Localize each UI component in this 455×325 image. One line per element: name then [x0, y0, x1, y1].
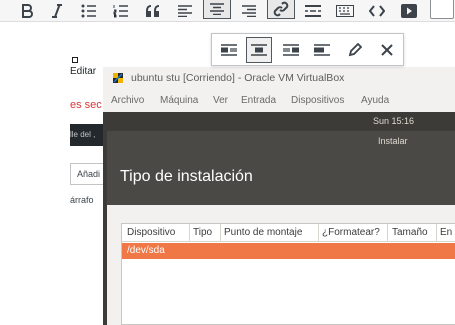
menu-ayuda[interactable]: Ayuda — [361, 95, 389, 106]
embedded-post-column: Editar es sec lle del , Añadi árrafo — [70, 60, 107, 325]
align-image-left-icon[interactable] — [216, 37, 242, 63]
blockquote-icon[interactable] — [140, 0, 166, 22]
align-image-right-icon[interactable] — [278, 37, 304, 63]
menu-archivo[interactable]: Archivo — [111, 95, 144, 106]
col-dispositivo[interactable]: Dispositivo — [127, 227, 175, 238]
partition-table-header: Dispositivo Tipo Punto de montaje ¿Forma… — [122, 224, 455, 242]
row-device-label: /dev/sda — [127, 245, 165, 256]
menu-dispositivos[interactable]: Dispositivos — [291, 95, 344, 106]
installer-header: Instalar Tipo de instalación — [107, 131, 455, 205]
remove-image-icon[interactable] — [374, 37, 400, 63]
vbox-title-bar: ubuntu stu [Corriendo] - Oracle VM Virtu… — [103, 67, 455, 90]
col-en-uso[interactable]: En u — [440, 227, 455, 238]
menu-maquina[interactable]: Máquina — [160, 95, 198, 106]
clock-label: Sun 15:16 — [373, 116, 415, 126]
read-more-icon[interactable] — [300, 0, 326, 22]
toolbar-toggle-button[interactable] — [430, 0, 454, 19]
col-tipo[interactable]: Tipo — [193, 227, 212, 238]
anadir-label: Añadi — [77, 169, 101, 179]
align-center-icon[interactable] — [203, 0, 231, 19]
col-punto-montaje[interactable]: Punto de montaje — [224, 227, 302, 238]
align-right-icon[interactable] — [236, 0, 262, 22]
col-divider — [318, 224, 319, 242]
vbox-window-title: ubuntu stu [Corriendo] - Oracle VM Virtu… — [131, 72, 345, 84]
col-tamano[interactable]: Tamaño — [392, 227, 428, 238]
media-icon[interactable] — [396, 0, 422, 22]
partition-table: Dispositivo Tipo Punto de montaje ¿Forma… — [121, 223, 455, 325]
installer-window-title: Instalar — [378, 136, 408, 146]
dark-bar-text: lle del , — [70, 130, 96, 139]
col-divider — [220, 224, 221, 242]
menu-ver[interactable]: Ver — [213, 95, 228, 106]
ubuntu-top-panel: Sun 15:16 — [103, 112, 455, 131]
editor-toolbar — [0, 0, 455, 22]
image-inline-toolbar — [211, 33, 404, 66]
numbered-list-icon[interactable] — [108, 0, 134, 22]
resize-handle-top-left[interactable] — [72, 57, 78, 63]
link-icon[interactable] — [267, 0, 295, 19]
align-image-none-icon[interactable] — [309, 37, 335, 63]
dark-bar: lle del , — [70, 124, 107, 146]
align-image-center-icon[interactable] — [246, 37, 272, 63]
edit-image-icon[interactable] — [342, 37, 368, 63]
installer-window: Instalar Tipo de instalación Dispositivo… — [107, 131, 455, 325]
virtualbox-logo-icon — [111, 71, 125, 85]
code-icon[interactable] — [364, 0, 390, 22]
italic-icon[interactable] — [44, 0, 70, 22]
col-divider — [189, 224, 190, 242]
col-formatear[interactable]: ¿Formatear? — [322, 227, 380, 238]
keyboard-icon[interactable] — [332, 0, 358, 22]
table-row[interactable]: /dev/sda — [122, 243, 455, 259]
red-text-fragment: es sec — [70, 99, 102, 111]
col-divider — [387, 224, 388, 242]
vbox-menubar: Archivo Máquina Ver Entrada Dispositivos… — [103, 93, 455, 111]
anadir-button[interactable]: Añadi — [70, 163, 107, 185]
col-divider — [436, 224, 437, 242]
guest-screen: Sun 15:16 Instalar Tipo de instalación D… — [103, 112, 455, 325]
virtualbox-screenshot-image[interactable]: ubuntu stu [Corriendo] - Oracle VM Virtu… — [103, 67, 455, 325]
menu-entrada[interactable]: Entrada — [241, 95, 276, 106]
editar-label: Editar — [70, 66, 97, 77]
installer-heading: Tipo de instalación — [120, 168, 253, 185]
bulleted-list-icon[interactable] — [76, 0, 102, 22]
align-left-icon[interactable] — [172, 0, 198, 22]
bold-icon[interactable] — [14, 0, 40, 22]
paragraph-label: árrafo — [70, 195, 94, 205]
